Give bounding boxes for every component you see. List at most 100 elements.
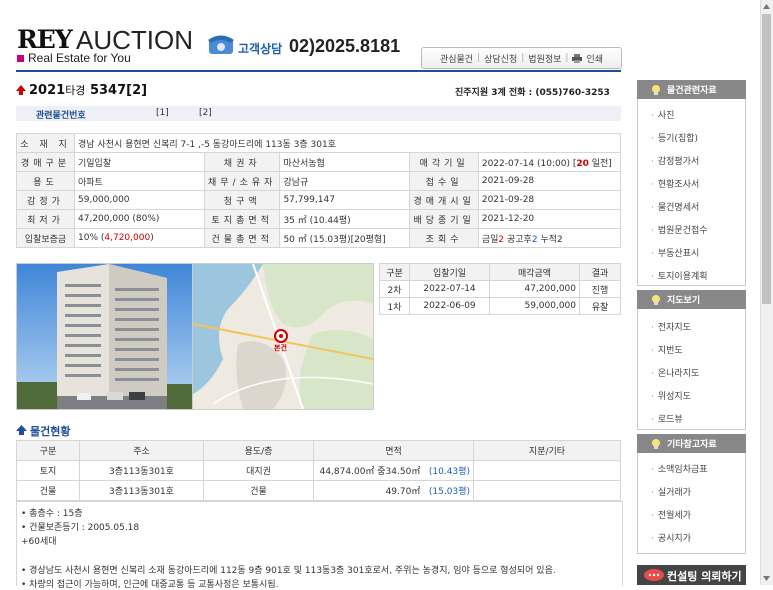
cell-value: 59,000,000: [74, 190, 205, 210]
column-header: 면적: [313, 440, 474, 461]
location-map[interactable]: [192, 263, 374, 410]
cell-value: 35 ㎡ (10.44평): [279, 209, 411, 229]
column-header: 주소: [79, 440, 204, 461]
cell-value: 2021-12-20: [477, 209, 622, 229]
related-item-1[interactable]: [1]: [156, 108, 169, 118]
sidebar-item-onnara-map[interactable]: 온나라지도: [651, 366, 699, 379]
logo-square-icon: [17, 55, 24, 62]
view-after-label: 공고후: [504, 234, 532, 245]
bid-date: 2022-07-14: [409, 280, 490, 298]
deposit-close: ): [150, 233, 154, 243]
view-count-value: 금일2 공고후2 누적2: [477, 228, 622, 248]
sidebar-header-label: 지도보기: [667, 296, 701, 306]
sidebar-item-spec[interactable]: 물건명세서: [651, 200, 699, 213]
cell-value: 마산서농협: [279, 152, 411, 172]
result: 진행: [579, 280, 621, 298]
kind: 건물: [16, 480, 80, 501]
cell-value: 아파트: [74, 171, 205, 191]
usage: 건물: [203, 480, 314, 501]
link-court-info[interactable]: 법원정보: [528, 52, 561, 65]
area-pyeong: (15.03평): [428, 487, 470, 497]
chat-bubble-icon: [644, 569, 664, 581]
header-divider: [16, 70, 621, 72]
consulting-label: 컨설팅 의뢰하기: [667, 570, 742, 583]
address-value: 경남 사천시 용현면 신복리 7-1 ,-5 동강아드리에 113동 3층 30…: [74, 133, 621, 153]
sidebar-item-official-price[interactable]: 공시지가: [651, 531, 691, 544]
sidebar-item-property-label[interactable]: 부동산표시: [651, 246, 699, 259]
cell-label: 입찰보증금: [16, 228, 75, 248]
sidebar-item-roadview[interactable]: 로드뷰: [651, 412, 683, 425]
scrollbar-thumb[interactable]: [762, 14, 771, 304]
sidebar-header-label: 물건관련자료: [667, 86, 717, 96]
link-consult[interactable]: 상담신청: [484, 52, 517, 65]
view-total-label: 누적: [537, 234, 557, 245]
area-pyeong: (10.43평): [428, 467, 470, 477]
building-photo[interactable]: [16, 263, 193, 410]
scroll-down-arrow-icon[interactable]: [760, 572, 773, 585]
cell-label: 토지총면적: [203, 209, 281, 229]
table-row: 감정가 59,000,000 청구액 57,799,147 경매개시일 2021…: [16, 190, 622, 210]
section-arrow-icon: [16, 425, 27, 435]
share: [473, 460, 621, 481]
consulting-button[interactable]: 컨설팅 의뢰하기: [637, 565, 746, 585]
column-header: 결과: [579, 263, 621, 281]
deposit-value: 10% (4,720,000): [74, 228, 205, 248]
table-header-row: 구분 주소 용도/층 면적 지분/기타: [16, 440, 621, 461]
related-item-2[interactable]: [2]: [199, 108, 212, 118]
usage: 대지권: [203, 460, 314, 481]
logo-rey[interactable]: REY: [17, 25, 73, 54]
sidebar-item-court-docs[interactable]: 법원문건접수: [651, 223, 708, 236]
address-label: 소 재 지: [16, 133, 75, 153]
view-today-label: 금일: [481, 234, 499, 245]
table-header-row: 구분 입찰기일 매각금액 결과: [379, 263, 621, 281]
case-id: 5347[2]: [89, 83, 148, 98]
sidebar-item-land-use[interactable]: 토지이용계획: [651, 269, 708, 282]
property-table: 구분 주소 용도/층 면적 지분/기타 토지 3층113동301호 대지권 44…: [16, 440, 621, 501]
lightbulb-icon: [652, 84, 660, 95]
bid-history-table: 구분 입찰기일 매각금액 결과 2차 2022-07-14 47,200,000…: [379, 263, 621, 315]
top-links: 관심물건 | 상담신청 | 법원정보 | 인쇄: [421, 47, 622, 69]
table-row: 입찰보증금 10% (4,720,000) 건물총면적 50 ㎡ (15.03평…: [16, 228, 622, 248]
cell-value: 2021-09-28: [477, 171, 622, 191]
phone-number: 02)2025.8181: [289, 36, 401, 56]
scroll-up-arrow-icon[interactable]: [760, 0, 773, 13]
sale-date: 2022-07-14 (10:00) [: [481, 158, 577, 169]
sidebar-header-references: 기타참고자료: [637, 434, 746, 453]
note-transport: • 차량의 접근이 가능하며, 인근에 대중교통 등 교통사정은 보통시됨.: [21, 580, 279, 590]
sidebar-list-maps: 전자지도 지번도 온나라지도 위성지도 로드뷰: [637, 309, 746, 430]
cell-value: 50 ㎡ (15.03평)[20평형]: [279, 228, 411, 248]
cell-value: 57,799,147: [279, 190, 411, 210]
cell-label: 조회수: [409, 228, 479, 248]
sidebar-item-small-lease[interactable]: 소액임차금표: [651, 462, 708, 475]
sidebar-item-survey[interactable]: 현황조사서: [651, 177, 699, 190]
cell-value: 강남규: [279, 171, 411, 191]
note-location: • 경상남도 사천시 용현면 신복리 소재 동강아드리에 112동 9층 901…: [21, 566, 556, 576]
table-row: 용도 아파트 채무/소유자 강남규 접수일 2021-09-28: [16, 171, 622, 191]
case-info-table: 소 재 지 경남 사천시 용현면 신복리 7-1 ,-5 동강아드리에 113동…: [16, 133, 622, 248]
sidebar-item-satellite[interactable]: 위성지도: [651, 389, 691, 402]
cell-label: 채권자: [203, 152, 281, 172]
court-info: 진주지원 3계 전화 : (055)760-3253: [455, 88, 610, 98]
area-m2: 49.70㎡: [385, 487, 421, 497]
kind: 토지: [16, 460, 80, 481]
cell-label: 접수일: [409, 171, 479, 191]
lightbulb-icon: [652, 438, 660, 449]
sidebar-item-rent-price[interactable]: 전월세가: [651, 508, 691, 521]
table-row: 1차 2022-06-09 59,000,000 유찰: [379, 297, 621, 315]
sidebar-item-real-price[interactable]: 실거래가: [651, 485, 691, 498]
sidebar-item-photo[interactable]: 사진: [651, 108, 675, 121]
link-print[interactable]: 인쇄: [586, 52, 603, 65]
sidebar-item-registry[interactable]: 등기(집합): [651, 131, 698, 144]
related-label: 관련물건번호: [36, 111, 86, 121]
sidebar-item-e-map[interactable]: 전자지도: [651, 320, 691, 333]
printer-icon[interactable]: [572, 53, 583, 63]
sidebar-item-appraisal[interactable]: 감정평가서: [651, 154, 699, 167]
map-marker-label: 본건: [274, 344, 287, 352]
sidebar-item-lot-map[interactable]: 지번도: [651, 343, 683, 356]
divider: |: [565, 53, 569, 63]
link-favorites[interactable]: 관심물건: [440, 52, 473, 65]
address: 3층113동301호: [79, 460, 204, 481]
column-header: 입찰기일: [409, 263, 490, 281]
cell-label: 경매구분: [16, 152, 75, 172]
deposit-rate: 10% (: [78, 233, 105, 243]
